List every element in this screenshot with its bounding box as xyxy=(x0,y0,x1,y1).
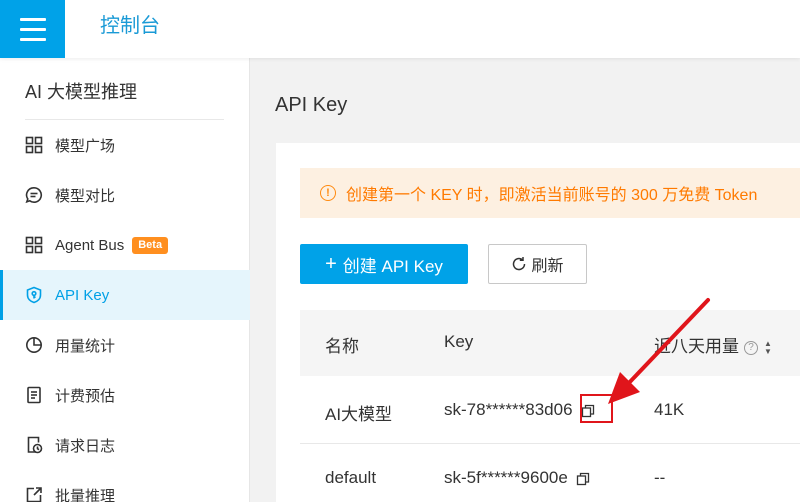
chat-icon xyxy=(25,186,43,204)
sidebar-item-label: 请求日志 xyxy=(55,437,116,455)
console-title[interactable]: 控制台 xyxy=(100,14,160,38)
page-title: API Key xyxy=(275,94,348,116)
row-usage: -- xyxy=(654,468,666,487)
row-key-value: sk-5f******9600e xyxy=(444,468,568,487)
sidebar: AI 大模型推理 模型广场 模型对比 Agent Bus Beta API Ke… xyxy=(0,58,250,502)
warning-icon: ! xyxy=(320,185,336,201)
copy-icon[interactable] xyxy=(576,472,590,486)
sidebar-item-label: 计费预估 xyxy=(55,387,116,405)
menu-icon[interactable] xyxy=(0,0,65,58)
grid-icon xyxy=(25,136,43,154)
row-key: sk-5f******9600e xyxy=(444,468,590,488)
refresh-icon xyxy=(511,256,527,272)
table-row: default sk-5f******9600e -- xyxy=(300,444,800,502)
pie-chart-icon xyxy=(25,336,43,354)
shield-key-icon xyxy=(25,286,43,304)
copy-highlight-box xyxy=(580,394,613,423)
row-key-value: sk-78******83d06 xyxy=(444,400,573,419)
row-usage: 41K xyxy=(654,400,685,419)
sidebar-item-label: API Key xyxy=(55,286,110,304)
table-header: 名称 Key 近八天用量? ▲ ▼ xyxy=(300,310,800,376)
sidebar-item-model-square[interactable]: 模型广场 xyxy=(0,120,250,170)
table-row: AI大模型 sk-78******83d06 41K xyxy=(300,376,800,444)
column-header-usage-label: 近八天用量 xyxy=(654,337,739,356)
document-icon xyxy=(25,386,43,404)
row-key: sk-78******83d06 xyxy=(444,400,595,420)
column-header-usage[interactable]: 近八天用量? ▲ ▼ xyxy=(654,332,772,357)
sidebar-item-usage-stats[interactable]: 用量统计 xyxy=(0,320,250,370)
top-bar: 控制台 xyxy=(0,0,800,58)
column-header-name: 名称 xyxy=(325,337,359,356)
beta-badge: Beta xyxy=(132,236,169,254)
sidebar-item-label: 用量统计 xyxy=(55,337,116,355)
sidebar-item-label: 模型广场 xyxy=(55,137,116,155)
notice-text: 创建第一个 KEY 时，即激活当前账号的 300 万免费 Token xyxy=(346,187,758,204)
sidebar-item-billing-estimate[interactable]: 计费预估 xyxy=(0,370,250,420)
sidebar-item-label: 模型对比 xyxy=(55,187,116,205)
sidebar-item-request-log[interactable]: 请求日志 xyxy=(0,420,250,470)
sort-icon[interactable]: ▲ ▼ xyxy=(764,339,772,356)
sidebar-item-label: 批量推理 xyxy=(55,487,116,502)
refresh-button[interactable]: 刷新 xyxy=(488,244,587,284)
export-icon xyxy=(25,486,43,502)
row-name: AI大模型 xyxy=(325,405,393,424)
column-header-key: Key xyxy=(444,332,474,351)
create-button-label: 创建 API Key xyxy=(342,256,443,276)
sidebar-item-agent-bus[interactable]: Agent Bus Beta xyxy=(0,220,250,270)
help-icon[interactable]: ? xyxy=(744,340,758,355)
sidebar-item-batch-inference[interactable]: 批量推理 xyxy=(0,470,250,502)
sidebar-item-api-key[interactable]: API Key xyxy=(0,270,250,320)
log-clock-icon xyxy=(25,436,43,454)
row-name: default xyxy=(325,468,377,487)
sidebar-item-model-compare[interactable]: 模型对比 xyxy=(0,170,250,220)
grid-icon xyxy=(25,236,43,254)
free-token-notice: ! 创建第一个 KEY 时，即激活当前账号的 300 万免费 Token xyxy=(300,168,800,218)
refresh-button-label: 刷新 xyxy=(531,258,564,275)
plus-icon: + xyxy=(325,253,337,275)
sidebar-heading: AI 大模型推理 xyxy=(25,82,138,102)
sidebar-item-label: Agent Bus xyxy=(55,236,125,254)
create-api-key-button[interactable]: + 创建 API Key xyxy=(300,244,468,284)
